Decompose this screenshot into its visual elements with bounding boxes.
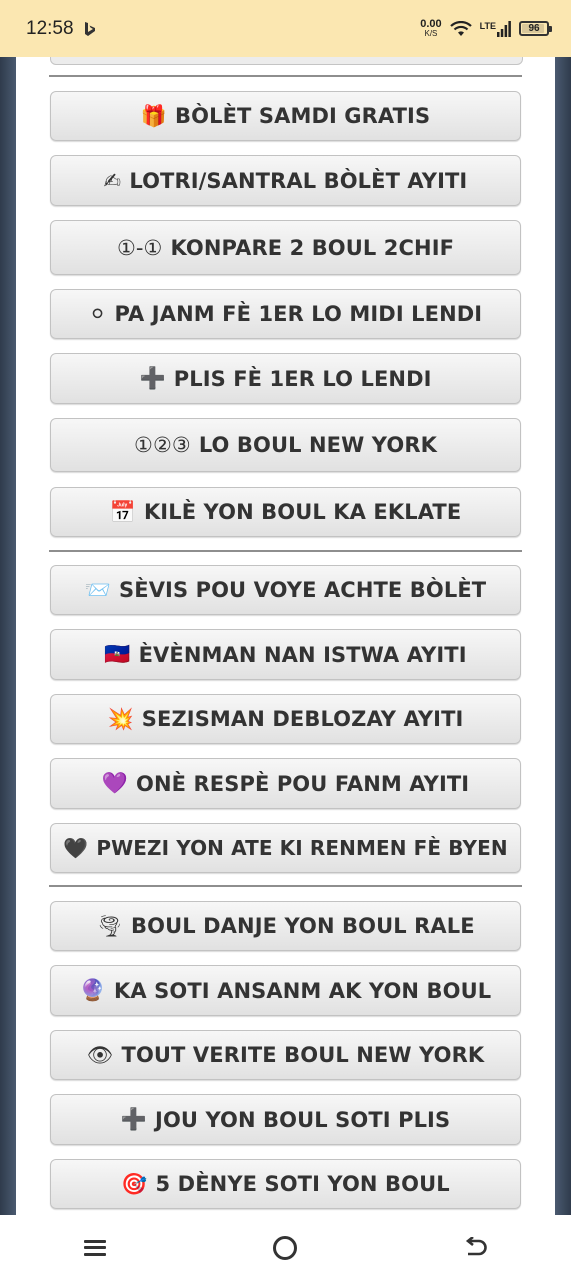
button-label: KA SOTI ANSANM AK YON BOUL [114,978,492,1003]
cell-signal: LTE [479,20,511,37]
button-konpare-2-boul[interactable]: ①-① KONPARE 2 BOUL 2CHIF [50,220,521,275]
clock: 12:58 [26,17,74,39]
speed-unit: K/S [424,29,438,38]
button-label: ÈVÈNMAN NAN ISTWA AYITI [138,642,467,667]
eye-icon: 👁 [86,1042,114,1067]
menu-icon [84,1239,107,1256]
partial-button[interactable] [50,57,523,65]
target-icon: 🎯 [121,1171,148,1196]
button-sezisman-deblozay[interactable]: 💥 SEZISMAN DEBLOZAY AYITI [50,694,521,744]
button-label: 5 DÈNYE SOTI YON BOUL [155,1172,450,1196]
gift-icon: 🎁 [140,103,168,128]
button-evenman-nan-istwa[interactable]: 🇭🇹 ÈVÈNMAN NAN ISTWA AYITI [50,629,521,680]
wifi-icon [449,20,472,36]
status-bar: 12:58 0.00 K/S LTE 96 [0,0,571,57]
signal-icon [497,20,511,37]
button-pa-janm-fe-1er[interactable]: ⚪ PA JANM FÈ 1ER LO MIDI LENDI [50,289,521,339]
divider [49,75,522,77]
button-boul-danje[interactable]: 🌪 BOUL DANJE YON BOUL RALE [50,901,521,951]
button-label: KONPARE 2 BOUL 2CHIF [170,235,455,260]
button-tout-verite[interactable]: 👁 TOUT VERITE BOUL NEW YORK [50,1030,521,1080]
button-label: SEZISMAN DEBLOZAY AYITI [141,707,464,731]
status-left: 12:58 [26,18,96,40]
back-icon [465,1236,487,1255]
button-label: LOTRI/SANTRAL BÒLÈT AYITI [129,168,468,193]
button-label: ONÈ RESPÈ POU FANM AYITI [136,771,470,796]
network-speed: 0.00 K/S [420,19,441,38]
black-heart-icon: 🖤 [63,836,89,860]
circled-one-icon: ①-① [116,235,163,260]
back-button[interactable] [446,1223,506,1273]
button-label: JOU YON BOUL SOTI PLIS [155,1107,451,1132]
network-type: LTE [479,20,496,31]
tornado-icon: 🌪 [96,913,124,938]
button-label: PA JANM FÈ 1ER LO MIDI LENDI [114,302,483,326]
bing-icon [84,21,95,36]
status-right: 0.00 K/S LTE 96 [420,19,552,38]
button-label: BOUL DANJE YON BOUL RALE [131,914,475,938]
button-label: SÈVIS POU VOYE ACHTE BÒLÈT [119,578,487,602]
writing-hand-icon: ✍ [103,168,122,193]
home-button[interactable] [255,1223,315,1273]
circled-numbers-icon: ①②③ [134,433,191,457]
collision-icon: 💥 [107,706,134,731]
divider [49,885,522,887]
button-5-denye-soti[interactable]: 🎯 5 DÈNYE SOTI YON BOUL [50,1159,521,1209]
button-sevis-pou-voye[interactable]: 📨 SÈVIS POU VOYE ACHTE BÒLÈT [50,565,521,615]
button-label: PLIS FÈ 1ER LO LENDI [173,366,432,391]
button-lotri-santral[interactable]: ✍ LOTRI/SANTRAL BÒLÈT AYITI [50,155,521,206]
calendar-icon: 📅 [109,499,136,524]
button-plis-fe-1er[interactable]: ➕ PLIS FÈ 1ER LO LENDI [50,353,521,404]
navigation-bar [0,1215,571,1280]
battery-level: 96 [528,23,540,34]
purple-heart-icon: 💜 [101,771,129,795]
white-circle-icon: ⚪ [88,302,107,326]
envelope-icon: 📨 [84,577,112,602]
button-pwezi-yon-ate[interactable]: 🖤 PWEZI YON ATE KI RENMEN FÈ BYEN [50,823,521,873]
background-left [0,57,16,1215]
button-kile-yon-boul[interactable]: 📅 KILÈ YON BOUL KA EKLATE [50,487,521,537]
button-lo-boul-new-york[interactable]: ①②③ LO BOUL NEW YORK [50,418,521,472]
button-label: TOUT VERITE BOUL NEW YORK [121,1043,485,1067]
button-bolet-samdi-gratis[interactable]: 🎁 BÒLÈT SAMDI GRATIS [50,91,521,141]
haiti-flag-icon: 🇭🇹 [104,642,131,666]
button-one-respe-fanm[interactable]: 💜 ONÈ RESPÈ POU FANM AYITI [50,758,521,809]
button-label: PWEZI YON ATE KI RENMEN FÈ BYEN [96,836,508,860]
button-label: KILÈ YON BOUL KA EKLATE [143,500,462,524]
plus-icon: ➕ [120,1107,148,1131]
crystal-ball-icon: 🔮 [79,978,107,1002]
home-icon [273,1235,298,1260]
divider [49,550,522,552]
button-ka-soti-ansanm[interactable]: 🔮 KA SOTI ANSANM AK YON BOUL [50,965,521,1016]
button-label: BÒLÈT SAMDI GRATIS [175,104,431,128]
button-jou-yon-boul[interactable]: ➕ JOU YON BOUL SOTI PLIS [50,1094,521,1145]
battery-icon: 96 [519,21,552,36]
plus-icon: ➕ [139,366,166,390]
button-label: LO BOUL NEW YORK [198,433,437,457]
recent-apps-button[interactable] [65,1223,125,1273]
menu-panel[interactable]: 🎁 BÒLÈT SAMDI GRATIS ✍ LOTRI/SANTRAL BÒL… [16,57,555,1215]
background-right [555,57,571,1215]
